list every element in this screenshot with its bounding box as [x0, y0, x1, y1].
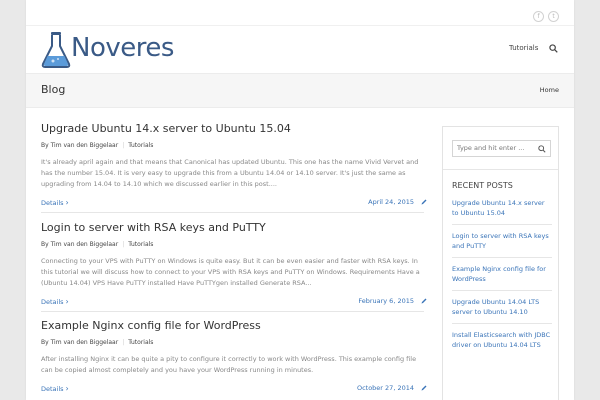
- post-footer: Details › October 27, 2014: [41, 384, 427, 394]
- post-date[interactable]: February 6, 2015: [358, 297, 414, 305]
- page-title: Blog: [41, 83, 66, 96]
- post-title[interactable]: Example Nginx config file for WordPress: [41, 319, 424, 333]
- search-icon[interactable]: [538, 145, 546, 153]
- recent-post-link[interactable]: Upgrade Ubuntu 14.x server to Ubuntu 15.…: [452, 198, 552, 225]
- post-item: Login to server with RSA keys and PuTTY …: [41, 221, 427, 312]
- recent-post-link[interactable]: Upgrade Ubuntu 14.04 LTS server to Ubunt…: [452, 297, 552, 324]
- details-link[interactable]: Details ›: [41, 384, 69, 393]
- post-category[interactable]: Tutorials: [128, 241, 153, 248]
- post-author[interactable]: By Tim van den Biggelaar: [41, 142, 118, 149]
- page: f t Noveres Tutorials Blog Home Upgrade …: [26, 0, 574, 400]
- site-logo-text[interactable]: Noveres: [71, 33, 174, 63]
- pencil-icon[interactable]: [421, 385, 427, 391]
- sidebar-divider: [443, 169, 558, 170]
- recent-post-link[interactable]: Login to server with RSA keys and PuTTY: [452, 231, 552, 258]
- post-date[interactable]: October 27, 2014: [357, 384, 414, 392]
- post-footer: Details › April 24, 2015: [41, 198, 427, 213]
- post-author[interactable]: By Tim van den Biggelaar: [41, 241, 118, 248]
- search-icon[interactable]: [549, 44, 558, 53]
- post-item: Example Nginx config file for WordPress …: [41, 319, 427, 394]
- pencil-icon[interactable]: [421, 199, 427, 205]
- post-category[interactable]: Tutorials: [128, 142, 153, 149]
- post-item: Upgrade Ubuntu 14.x server to Ubuntu 15.…: [41, 122, 427, 213]
- details-link[interactable]: Details ›: [41, 198, 69, 207]
- post-date[interactable]: April 24, 2015: [368, 198, 414, 206]
- post-excerpt: It's already april again and that means …: [41, 158, 419, 188]
- nav-item-tutorials[interactable]: Tutorials: [509, 44, 538, 52]
- post-excerpt: Connecting to your VPS with PuTTY on Win…: [41, 257, 420, 287]
- chevron-right-icon: ›: [65, 198, 69, 207]
- sidebar: RECENT POSTS Upgrade Ubuntu 14.x server …: [442, 126, 559, 400]
- post-meta: By Tim van den Biggelaar | Tutorials: [41, 142, 154, 149]
- chevron-right-icon: ›: [65, 297, 69, 306]
- recent-post-link[interactable]: Install Elasticsearch with JDBC driver o…: [452, 330, 552, 356]
- post-title[interactable]: Login to server with RSA keys and PuTTY: [41, 221, 424, 235]
- pencil-icon[interactable]: [421, 298, 427, 304]
- post-divider: [41, 311, 424, 312]
- sidebar-search: [452, 140, 551, 157]
- post-meta: By Tim van den Biggelaar | Tutorials: [41, 339, 154, 346]
- sidebar-search-input[interactable]: [457, 144, 537, 152]
- details-link[interactable]: Details ›: [41, 297, 69, 306]
- post-divider: [41, 212, 424, 213]
- post-author[interactable]: By Tim van den Biggelaar: [41, 339, 118, 346]
- post-excerpt: After installing Nginx it can be quite a…: [41, 355, 417, 374]
- top-bar: f t: [26, 0, 574, 26]
- facebook-icon[interactable]: f: [533, 11, 544, 22]
- chevron-right-icon: ›: [65, 384, 69, 393]
- twitter-icon[interactable]: t: [548, 11, 559, 22]
- recent-posts-title: RECENT POSTS: [452, 181, 513, 190]
- post-footer: Details › February 6, 2015: [41, 297, 427, 312]
- post-title[interactable]: Upgrade Ubuntu 14.x server to Ubuntu 15.…: [41, 122, 424, 136]
- post-category[interactable]: Tutorials: [128, 339, 153, 346]
- breadcrumb-home[interactable]: Home: [540, 86, 559, 94]
- page-title-bar: Blog Home: [26, 73, 574, 108]
- recent-posts-list: Upgrade Ubuntu 14.x server to Ubuntu 15.…: [452, 198, 552, 362]
- recent-post-link[interactable]: Example Nginx config file for WordPress: [452, 264, 552, 291]
- post-meta: By Tim van den Biggelaar | Tutorials: [41, 241, 154, 248]
- site-header: Noveres Tutorials: [26, 27, 574, 73]
- flask-logo-icon[interactable]: [41, 31, 71, 69]
